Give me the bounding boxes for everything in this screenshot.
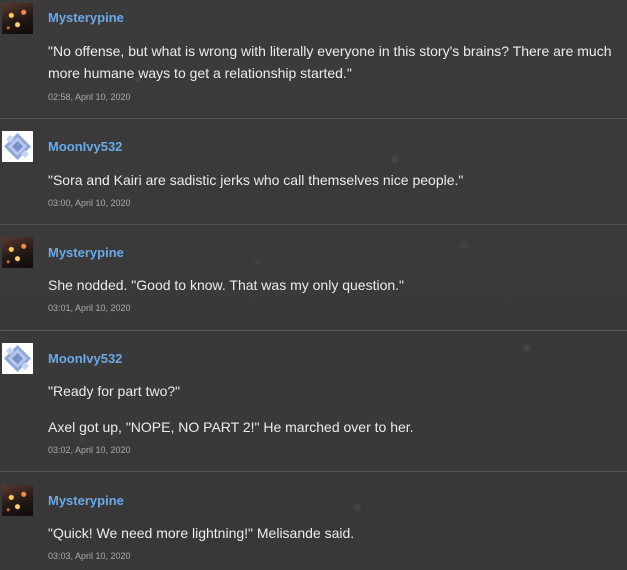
pine-avatar-icon[interactable] xyxy=(2,485,33,516)
pine-avatar-icon[interactable] xyxy=(2,237,33,268)
comment-username[interactable]: MoonIvy532 xyxy=(48,351,122,366)
moon-avatar-icon[interactable] xyxy=(2,131,33,162)
pine-avatar-icon[interactable] xyxy=(2,3,33,34)
comment-text: "Quick! We need more lightning!" Melisan… xyxy=(48,525,355,541)
comment-timestamp[interactable]: 03:01, April 10, 2020 xyxy=(48,303,131,313)
comment-username[interactable]: MoonIvy532 xyxy=(48,139,122,154)
comment-username[interactable]: Mysterypine xyxy=(48,245,124,260)
comment-text: "Sora and Kairi are sadistic jerks who c… xyxy=(48,172,464,188)
comment-text: "Ready for part two?" xyxy=(48,383,181,399)
comment-username[interactable]: Mysterypine xyxy=(48,10,124,25)
comment-timestamp[interactable]: 02:58, April 10, 2020 xyxy=(48,92,131,102)
comment-timestamp[interactable]: 03:00, April 10, 2020 xyxy=(48,198,131,208)
moon-avatar-icon[interactable] xyxy=(2,343,33,374)
comment-text: "No offense, but what is wrong with lite… xyxy=(48,43,612,81)
comment: MoonIvy532 "Ready for part two?" Axel go… xyxy=(0,331,627,472)
comment-timestamp[interactable]: 03:03, April 10, 2020 xyxy=(48,551,131,561)
comment: MoonIvy532 "Sora and Kairi are sadistic … xyxy=(0,119,627,225)
comment-text: Axel got up, "NOPE, NO PART 2!" He march… xyxy=(48,419,414,435)
comment-timestamp[interactable]: 03:02, April 10, 2020 xyxy=(48,445,131,455)
comment: Mysterypine "Quick! We need more lightni… xyxy=(0,472,627,570)
comment: Mysterypine She nodded. "Good to know. T… xyxy=(0,225,627,331)
comment: Mysterypine "No offense, but what is wro… xyxy=(0,0,627,119)
comment-username[interactable]: Mysterypine xyxy=(48,493,124,508)
comment-text: She nodded. "Good to know. That was my o… xyxy=(48,277,405,293)
